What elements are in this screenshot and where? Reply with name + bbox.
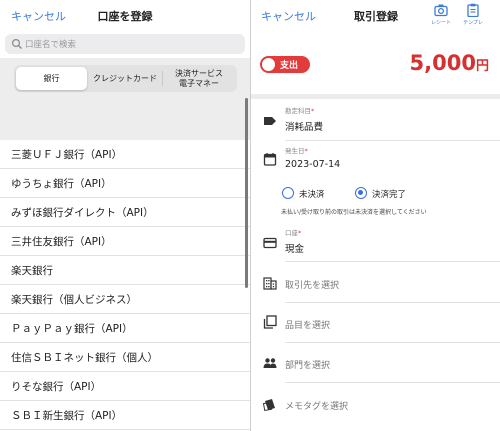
bank-list-item[interactable]: 三井住友銀行（API） [0,227,250,256]
memo-tag-select[interactable]: メモタグを選択 [251,383,500,423]
template-button[interactable]: テンプレ [459,3,487,27]
receipt-button-label: レシート [430,20,451,26]
account-title-field[interactable]: 勘定科目* 消耗品費 [251,102,500,142]
calendar-icon [263,153,277,166]
amount-value: 5,000 [409,51,476,75]
left-header: キャンセル 口座を登録 [0,0,250,30]
memo-tag-icon [263,399,275,411]
income-expense-toggle[interactable]: 支出 [260,56,310,73]
segment-bank[interactable]: 銀行 [16,67,87,90]
register-account-panel: キャンセル 口座を登録 口座名で検索 銀行 クレジットカード 決済サービス 電子マ… [0,0,250,431]
department-select[interactable]: 部門を選択 [251,343,500,383]
people-icon [263,358,277,368]
partner-placeholder: 取引先を選択 [285,281,340,291]
account-title-value: 消耗品費 [285,122,324,133]
bank-list-item[interactable]: 三菱ＵＦＪ銀行（API） [0,140,250,169]
bank-list-item[interactable]: 楽天銀行（個人ビジネス） [0,285,250,314]
account-label: 口座* [285,229,302,237]
date-label: 発生日* [285,147,308,155]
credit-card-icon [263,237,277,249]
toggle-knob [262,58,275,71]
memo-tag-placeholder: メモタグを選択 [285,402,349,412]
right-header: キャンセル 取引登録 レシート テンプレ [251,0,500,30]
bank-list-item[interactable]: ＰａｙＰａｙ銀行（API） [0,314,250,343]
receipt-button[interactable]: レシート [427,3,455,27]
department-placeholder: 部門を選択 [285,361,331,371]
account-field[interactable]: 口座* 現金 [251,224,500,262]
amount-row: 支出 5,000円 [251,36,500,94]
bank-list-item[interactable]: ゆうちょ銀行（API） [0,169,250,198]
camera-icon [434,4,448,17]
item-placeholder: 品目を選択 [285,321,331,331]
bank-list-item[interactable]: 住信ＳＢＩネット銀行（個人） [0,343,250,372]
amount-field[interactable]: 5,000円 [410,51,489,75]
item-select[interactable]: 品目を選択 [251,303,500,343]
section-separator [251,94,500,99]
category-segment-area: 銀行 クレジットカード 決済サービス 電子マネー [0,58,250,140]
bank-list-scrollbar[interactable] [245,98,248,288]
category-segmented-control: 銀行 クレジットカード 決済サービス 電子マネー [14,65,237,92]
search-icon [11,38,22,49]
date-field[interactable]: 発生日* 2023-07-14 [251,142,500,182]
building-icon [263,277,277,290]
toggle-label: 支出 [280,61,299,71]
status-help-text: 未払い/受け取り前の取引は未決済を選択してください [281,209,427,216]
right-cancel-button[interactable]: キャンセル [261,8,316,24]
bank-list-item[interactable]: 楽天銀行 [0,256,250,285]
date-value: 2023-07-14 [285,159,341,170]
account-title-label: 勘定科目* [285,107,315,115]
partner-select[interactable]: 取引先を選択 [251,263,500,303]
radio-settled[interactable] [355,187,367,199]
unsettled-label: 未決済 [299,190,325,200]
template-button-label: テンプレ [463,20,483,26]
bank-list: 三菱ＵＦＪ銀行（API） ゆうちょ銀行（API） みずほ銀行ダイレクト（API）… [0,140,250,430]
segment-credit-card[interactable]: クレジットカード [88,67,162,90]
tag-icon [264,117,276,125]
bank-list-item[interactable]: りそな銀行（API） [0,372,250,401]
account-search-input[interactable]: 口座名で検索 [5,34,245,54]
search-placeholder: 口座名で検索 [25,40,77,50]
right-page-title: 取引登録 [354,10,398,23]
bank-list-item[interactable]: ＳＢＩ新生銀行（API） [0,401,250,430]
field-underline [285,140,500,141]
clipboard-icon [467,3,479,17]
copy-icon [263,315,277,329]
currency-unit: 円 [475,59,489,74]
settlement-status-group: 未決済 決済完了 未払い/受け取り前の取引は未決済を選択してください [251,182,500,222]
segment-payment-service[interactable]: 決済サービス 電子マネー [163,67,235,90]
account-value: 現金 [285,244,305,255]
radio-unsettled[interactable] [282,187,294,199]
bank-list-item[interactable]: みずほ銀行ダイレクト（API） [0,198,250,227]
left-page-title: 口座を登録 [97,10,153,23]
settled-label: 決済完了 [372,190,407,200]
transaction-entry-panel: キャンセル 取引登録 レシート テンプレ 支出 5,000円 勘定科目* 消耗品… [251,0,500,431]
field-underline [285,261,500,262]
